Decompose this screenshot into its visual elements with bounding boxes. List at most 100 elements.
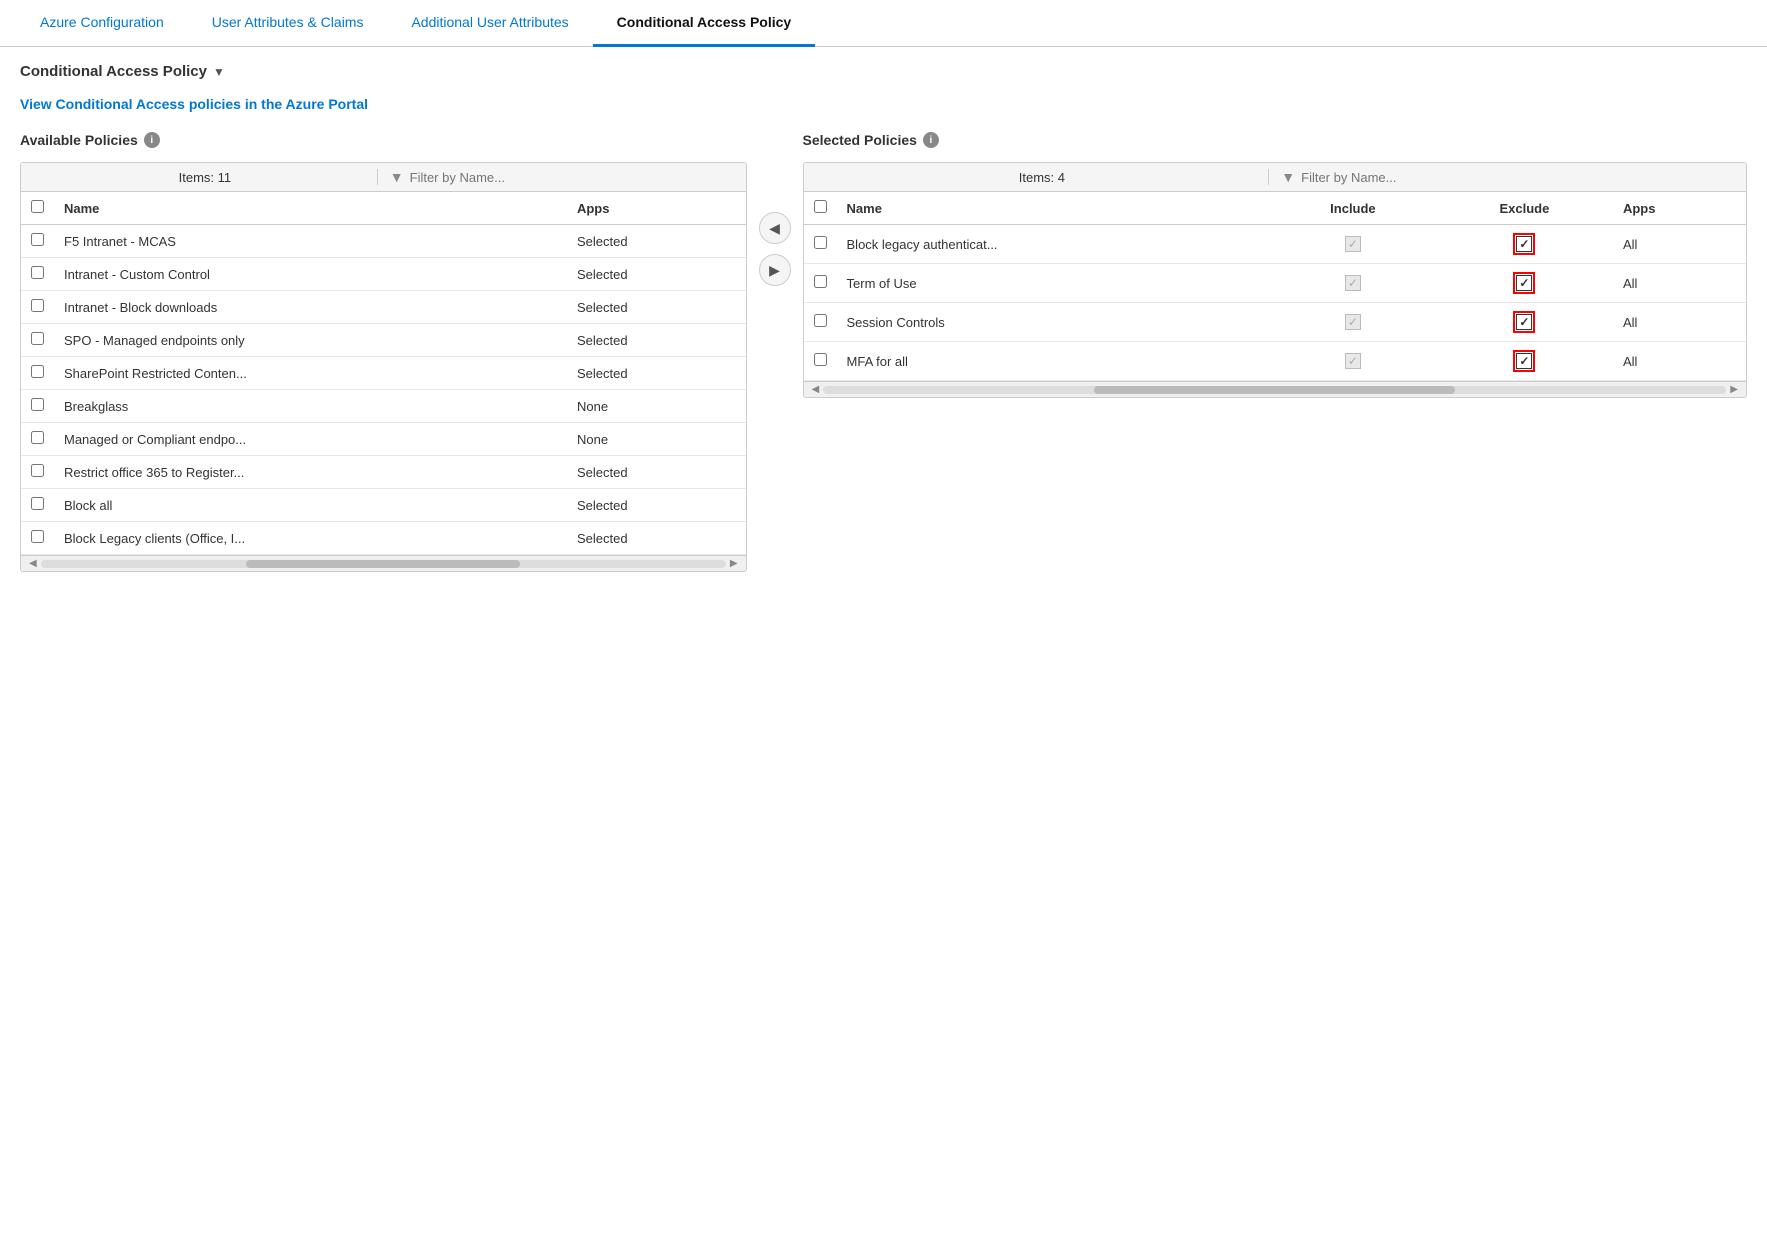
available-label-container: Available Policies i <box>20 132 747 162</box>
available-row-name: Intranet - Custom Control <box>54 258 567 291</box>
available-row-checkbox[interactable] <box>31 497 44 510</box>
exclude-checkbox[interactable] <box>1516 275 1532 291</box>
selected-apps-header: Apps <box>1613 192 1746 225</box>
available-name-header: Name <box>54 192 567 225</box>
selected-row-checkbox[interactable] <box>814 314 827 327</box>
available-row-name: Managed or Compliant endpo... <box>54 423 567 456</box>
include-checkbox[interactable]: ✓ <box>1345 236 1361 252</box>
exclude-checkbox[interactable] <box>1516 353 1532 369</box>
available-row-apps: Selected <box>567 324 746 357</box>
azure-portal-link[interactable]: View Conditional Access policies in the … <box>20 96 368 112</box>
selected-scroll-right-icon[interactable]: ▶ <box>1726 384 1742 395</box>
available-row-name: Block Legacy clients (Office, I... <box>54 522 567 555</box>
available-table-row: Intranet - Custom Control Selected <box>21 258 746 291</box>
selected-info-icon[interactable]: i <box>923 132 939 148</box>
selected-select-all-header <box>804 192 837 225</box>
available-h-scrollbar[interactable]: ◀ ▶ <box>21 555 746 571</box>
available-filter-input[interactable] <box>410 170 734 185</box>
available-row-name: Intranet - Block downloads <box>54 291 567 324</box>
available-info-icon[interactable]: i <box>144 132 160 148</box>
selected-scroll-left-icon[interactable]: ◀ <box>808 384 824 395</box>
transfer-left-button[interactable]: ◀ <box>759 212 791 244</box>
selected-row-checkbox[interactable] <box>814 236 827 249</box>
available-policies-panel: Available Policies i Items: 11 ▼ <box>20 132 747 572</box>
include-checkbox[interactable]: ✓ <box>1345 353 1361 369</box>
available-row-apps: Selected <box>567 456 746 489</box>
selected-table-body: Block legacy authenticat... ✓ All Term o… <box>804 225 1746 381</box>
available-row-checkbox[interactable] <box>31 299 44 312</box>
available-filter-section: ▼ <box>377 169 734 185</box>
top-nav: Azure ConfigurationUser Attributes & Cla… <box>0 0 1767 47</box>
available-apps-header: Apps <box>567 192 746 225</box>
available-policies-title: Available Policies <box>20 132 138 148</box>
available-policies-table-panel: Items: 11 ▼ Name <box>20 162 747 572</box>
tab-azure-config[interactable]: Azure Configuration <box>16 0 188 47</box>
available-row-apps: Selected <box>567 258 746 291</box>
tab-additional-user[interactable]: Additional User Attributes <box>387 0 592 47</box>
available-scroll-left-icon[interactable]: ◀ <box>25 558 41 569</box>
available-table: Name Apps F5 Intranet - MCAS Selected In… <box>21 192 746 555</box>
dropdown-arrow-icon[interactable]: ▼ <box>213 65 225 79</box>
available-scrollbar-track <box>41 560 726 568</box>
available-row-checkbox[interactable] <box>31 365 44 378</box>
selected-row-apps: All <box>1613 264 1746 303</box>
available-scroll-right-icon[interactable]: ▶ <box>726 558 742 569</box>
selected-policies-table-panel: Items: 4 ▼ Name <box>803 162 1747 398</box>
selected-row-exclude <box>1436 264 1613 303</box>
selected-select-all-checkbox[interactable] <box>814 200 827 213</box>
selected-table: Name Include Exclude Apps Block legacy a… <box>804 192 1746 381</box>
selected-row-name: MFA for all <box>837 342 1270 381</box>
available-select-all-checkbox[interactable] <box>31 200 44 213</box>
selected-label-container: Selected Policies i <box>803 132 1747 162</box>
available-table-header-row: Name Apps <box>21 192 746 225</box>
available-table-row: SPO - Managed endpoints only Selected <box>21 324 746 357</box>
tab-user-attributes[interactable]: User Attributes & Claims <box>188 0 388 47</box>
transfer-right-button[interactable]: ▶ <box>759 254 791 286</box>
available-table-body: F5 Intranet - MCAS Selected Intranet - C… <box>21 225 746 555</box>
selected-row-checkbox-cell <box>804 342 837 381</box>
available-table-row: Restrict office 365 to Register... Selec… <box>21 456 746 489</box>
selected-h-scrollbar[interactable]: ◀ ▶ <box>804 381 1746 397</box>
available-row-checkbox[interactable] <box>31 464 44 477</box>
available-row-checkbox-cell <box>21 423 54 456</box>
exclude-checkbox[interactable] <box>1516 236 1532 252</box>
selected-table-header-row: Name Include Exclude Apps <box>804 192 1746 225</box>
selected-row-checkbox[interactable] <box>814 275 827 288</box>
include-checkbox[interactable]: ✓ <box>1345 314 1361 330</box>
available-row-name: Block all <box>54 489 567 522</box>
selected-row-checkbox-cell <box>804 225 837 264</box>
selected-filter-input[interactable] <box>1301 170 1734 185</box>
available-row-apps: Selected <box>567 522 746 555</box>
available-row-checkbox[interactable] <box>31 398 44 411</box>
selected-policies-panel: Selected Policies i Items: 4 ▼ <box>803 132 1747 398</box>
selected-table-row: Block legacy authenticat... ✓ All <box>804 225 1746 264</box>
available-row-checkbox-cell <box>21 390 54 423</box>
selected-row-exclude <box>1436 303 1613 342</box>
available-row-checkbox[interactable] <box>31 233 44 246</box>
available-table-scroll[interactable]: Name Apps F5 Intranet - MCAS Selected In… <box>21 192 746 555</box>
selected-policies-label: Selected Policies i <box>803 132 1747 148</box>
selected-row-include: ✓ <box>1270 264 1436 303</box>
include-checkbox[interactable]: ✓ <box>1345 275 1361 291</box>
selected-include-header: Include <box>1270 192 1436 225</box>
available-row-checkbox[interactable] <box>31 332 44 345</box>
selected-row-checkbox[interactable] <box>814 353 827 366</box>
available-row-checkbox-cell <box>21 324 54 357</box>
selected-exclude-header: Exclude <box>1436 192 1613 225</box>
available-table-row: SharePoint Restricted Conten... Selected <box>21 357 746 390</box>
selected-policies-title: Selected Policies <box>803 132 917 148</box>
available-table-row: Managed or Compliant endpo... None <box>21 423 746 456</box>
tab-conditional-access[interactable]: Conditional Access Policy <box>593 0 816 47</box>
selected-row-apps: All <box>1613 342 1746 381</box>
available-row-checkbox[interactable] <box>31 530 44 543</box>
selected-row-exclude <box>1436 342 1613 381</box>
available-row-checkbox[interactable] <box>31 266 44 279</box>
available-row-checkbox[interactable] <box>31 431 44 444</box>
available-filter-icon: ▼ <box>390 169 404 185</box>
exclude-checkbox[interactable] <box>1516 314 1532 330</box>
exclude-highlight-border <box>1513 311 1535 333</box>
available-table-row: Block Legacy clients (Office, I... Selec… <box>21 522 746 555</box>
available-row-name: Breakglass <box>54 390 567 423</box>
selected-table-scroll[interactable]: Name Include Exclude Apps Block legacy a… <box>804 192 1746 381</box>
available-row-name: SPO - Managed endpoints only <box>54 324 567 357</box>
